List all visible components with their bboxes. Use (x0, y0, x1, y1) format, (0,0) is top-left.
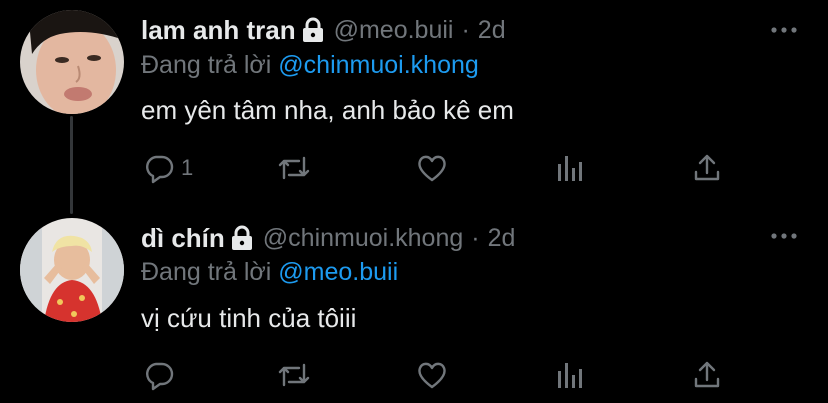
retweet-icon (278, 156, 310, 180)
timestamp[interactable]: 2d (478, 16, 506, 45)
lock-icon (231, 225, 252, 250)
analytics-icon (558, 363, 582, 388)
like-button[interactable] (416, 355, 448, 395)
separator-dot: · (461, 15, 470, 44)
reply-icon (146, 155, 174, 184)
action-bar: 1 (0, 148, 828, 188)
action-bar (0, 355, 828, 395)
replying-to-line: Đang trả lời @meo.buii (141, 258, 398, 287)
lock-icon (302, 17, 323, 42)
reply-count: 1 (181, 155, 194, 180)
retweet-button[interactable] (277, 148, 311, 188)
display-name[interactable]: lam anh tran (141, 15, 296, 46)
tweet-text: em yên tâm nha, anh bảo kê em (141, 95, 514, 125)
handle[interactable]: @chinmuoi.khong (263, 224, 464, 253)
analytics-button[interactable] (556, 148, 584, 188)
retweet-icon (278, 363, 310, 387)
handle[interactable]: @meo.buii (334, 16, 454, 45)
tweet-text: vị cứu tinh của tôiii (141, 303, 357, 333)
replying-to-line: Đang trả lời @chinmuoi.khong (141, 51, 479, 80)
timestamp[interactable]: 2d (488, 224, 516, 253)
more-icon[interactable] (770, 26, 798, 34)
retweet-button[interactable] (277, 355, 311, 395)
share-icon (694, 361, 720, 388)
more-icon[interactable] (770, 232, 798, 240)
share-icon (694, 154, 720, 181)
mention-link[interactable]: @meo.buii (278, 258, 398, 286)
tweet-header: dì chín @chinmuoi.khong · 2d (141, 218, 515, 258)
share-button[interactable] (692, 148, 722, 188)
display-name[interactable]: dì chín (141, 223, 225, 254)
like-button[interactable] (416, 148, 448, 188)
reply-button[interactable] (143, 355, 181, 395)
analytics-button[interactable] (556, 355, 584, 395)
replying-prefix: Đang trả lời (141, 258, 272, 286)
tweet[interactable]: lam anh tran @meo.buii · 2d Đang trả lời… (0, 0, 828, 214)
reply-icon (146, 362, 174, 391)
heart-icon (418, 362, 446, 389)
analytics-icon (558, 156, 582, 181)
replying-prefix: Đang trả lời (141, 51, 272, 79)
tweet-header: lam anh tran @meo.buii · 2d (141, 10, 506, 50)
avatar[interactable] (20, 218, 124, 322)
reply-button[interactable]: 1 (143, 148, 193, 188)
separator-dot: · (471, 223, 480, 252)
avatar[interactable] (20, 10, 124, 114)
mention-link[interactable]: @chinmuoi.khong (278, 51, 479, 79)
share-button[interactable] (692, 355, 722, 395)
heart-icon (418, 155, 446, 182)
